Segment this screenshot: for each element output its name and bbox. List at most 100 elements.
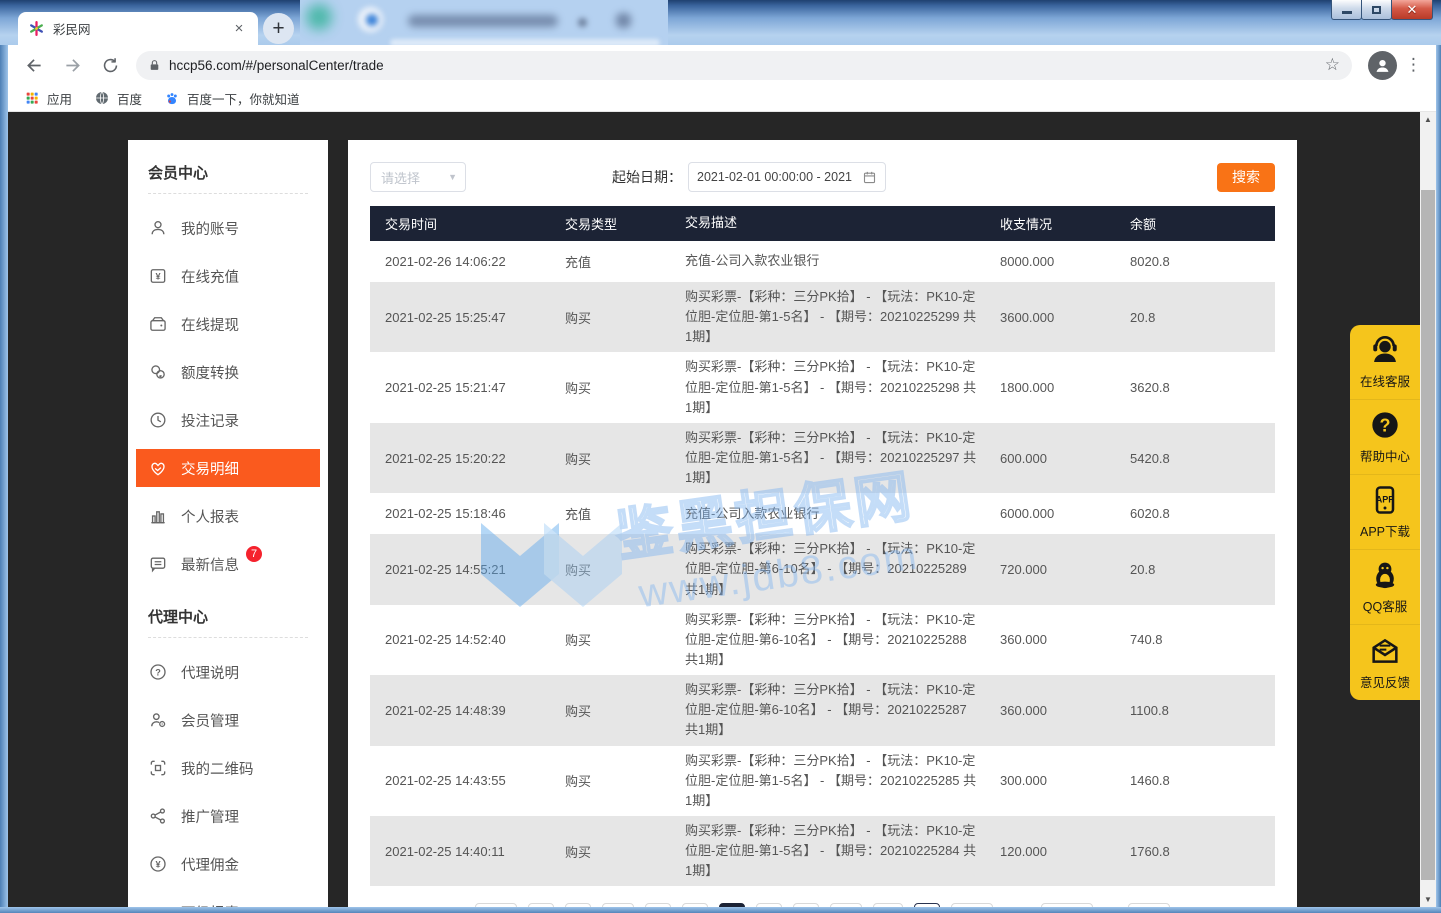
- lock-icon: [148, 59, 161, 72]
- table-row: 2021-02-25 14:40:11 购买 购买彩票-【彩种：三分PK拾】 -…: [370, 816, 1275, 886]
- feedback-icon: [1369, 635, 1401, 667]
- browser-tab[interactable]: 彩民网 ×: [18, 12, 258, 45]
- divider: [148, 637, 308, 638]
- chevron-down-icon: ▼: [448, 172, 457, 182]
- close-button[interactable]: ✕: [1391, 0, 1433, 20]
- window-frame-bottom: [0, 907, 1441, 913]
- commission-icon: ¥: [148, 854, 168, 874]
- date-label: 起始日期：: [612, 167, 682, 187]
- back-button[interactable]: [22, 53, 46, 77]
- withdraw-icon: [148, 314, 168, 334]
- svg-text:¥: ¥: [155, 271, 161, 281]
- apps-grid-icon: [24, 90, 40, 106]
- sidebar-item-我的账号[interactable]: 我的账号: [136, 204, 320, 252]
- svg-text:?: ?: [1380, 416, 1391, 436]
- blurred-region: [300, 0, 668, 47]
- sidebar-item-代理佣金[interactable]: ¥ 代理佣金: [136, 840, 320, 888]
- sidebar-section-title: 代理中心: [148, 602, 308, 637]
- notification-badge: 7: [246, 546, 262, 562]
- page-content: 会员中心 我的账号 ¥ 在线充值 在线提现 额度转换 投注记录 交易明细 个人报…: [8, 112, 1436, 907]
- date-range-input[interactable]: 2021-02-01 00:00:00 - 2021: [688, 162, 886, 192]
- calendar-icon: [862, 170, 877, 185]
- news-icon: [148, 554, 168, 574]
- sidebar-item-个人报表[interactable]: 个人报表: [136, 492, 320, 540]
- service-item-在线客服[interactable]: 在线客服: [1350, 325, 1420, 400]
- table-row: 2021-02-25 14:52:40 购买 购买彩票-【彩种：三分PK拾】 -…: [370, 605, 1275, 675]
- service-panel: 在线客服 ? 帮助中心 APP APP下载 QQ客服 意见反馈: [1350, 325, 1420, 700]
- url-bar[interactable]: hccp56.com/#/personalCenter/trade ☆: [136, 51, 1352, 80]
- service-item-APP下载[interactable]: APP APP下载: [1350, 475, 1420, 550]
- sidebar-item-会员管理[interactable]: 会员管理: [136, 696, 320, 744]
- minimize-button[interactable]: [1331, 0, 1362, 20]
- sidebar-item-推广管理[interactable]: 推广管理: [136, 792, 320, 840]
- column-header: 交易描述: [685, 213, 1000, 233]
- site-favicon-icon: [28, 20, 45, 37]
- browser-window: 彩民网 × + ✕ hccp56.com/#/: [0, 0, 1441, 913]
- baidu-icon: [164, 90, 180, 106]
- titlebar: 彩民网 × + ✕: [0, 0, 1441, 45]
- new-tab-button[interactable]: +: [263, 13, 294, 44]
- online-service-icon: [1369, 334, 1401, 366]
- column-header: 交易类型: [565, 214, 685, 233]
- sidebar-item-最新信息[interactable]: 最新信息 7: [136, 540, 320, 588]
- table-header: 交易时间交易类型交易描述收支情况余额: [370, 206, 1275, 241]
- service-item-QQ客服[interactable]: QQ客服: [1350, 550, 1420, 625]
- search-button[interactable]: 搜索: [1217, 163, 1275, 192]
- bookmark-star-icon[interactable]: ☆: [1325, 55, 1340, 75]
- convert-icon: [148, 362, 168, 382]
- service-item-帮助中心[interactable]: ? 帮助中心: [1350, 400, 1420, 475]
- service-item-意见反馈[interactable]: 意见反馈: [1350, 625, 1420, 700]
- close-icon: ✕: [1407, 2, 1418, 18]
- bookmark-item[interactable]: 百度: [94, 89, 142, 108]
- url-text: hccp56.com/#/personalCenter/trade: [169, 58, 1317, 73]
- scrollbar-thumb[interactable]: [1421, 190, 1435, 880]
- maximize-button[interactable]: [1361, 0, 1392, 20]
- bet-record-icon: [148, 410, 168, 430]
- svg-text:?: ?: [155, 667, 161, 677]
- main-panel: 请选择 ▼ 起始日期： 2021-02-01 00:00:00 - 2021 搜…: [348, 140, 1297, 907]
- sidebar-item-我的二维码[interactable]: 我的二维码: [136, 744, 320, 792]
- tab-close-icon[interactable]: ×: [230, 20, 248, 38]
- divider: [148, 193, 308, 194]
- sidebar-item-投注记录[interactable]: 投注记录: [136, 396, 320, 444]
- bookmark-item[interactable]: 应用: [24, 89, 72, 108]
- sidebar-item-在线充值[interactable]: ¥ 在线充值: [136, 252, 320, 300]
- window-controls: ✕: [1332, 0, 1433, 20]
- report-icon: [148, 506, 168, 526]
- scroll-down-icon[interactable]: ▼: [1420, 892, 1436, 907]
- profile-avatar[interactable]: [1368, 51, 1397, 80]
- filter-row: 请选择 ▼ 起始日期： 2021-02-01 00:00:00 - 2021 搜…: [370, 162, 1275, 192]
- scroll-up-icon[interactable]: ▲: [1420, 112, 1436, 127]
- sidebar-item-代理说明[interactable]: ? 代理说明: [136, 648, 320, 696]
- window-frame-right: [1436, 45, 1441, 907]
- table-row: 2021-02-25 15:25:47 购买 购买彩票-【彩种：三分PK拾】 -…: [370, 282, 1275, 352]
- qrcode-icon: [148, 758, 168, 778]
- page-scrollbar[interactable]: ▲ ▼: [1420, 112, 1436, 907]
- table-row: 2021-02-25 15:21:47 购买 购买彩票-【彩种：三分PK拾】 -…: [370, 352, 1275, 422]
- forward-button[interactable]: [60, 53, 84, 77]
- bookmark-item[interactable]: 百度一下，你就知道: [164, 89, 300, 108]
- globe-icon: [94, 90, 110, 106]
- sidebar-section-title: 会员中心: [148, 158, 308, 193]
- table-row: 2021-02-25 15:20:22 购买 购买彩票-【彩种：三分PK拾】 -…: [370, 423, 1275, 493]
- type-select[interactable]: 请选择 ▼: [370, 162, 466, 192]
- sidebar-menu: 我的账号 ¥ 在线充值 在线提现 额度转换 投注记录 交易明细 个人报表 最新信…: [148, 204, 308, 588]
- reload-button[interactable]: [98, 53, 122, 77]
- app-download-icon: APP: [1369, 484, 1401, 516]
- browser-toolbar: hccp56.com/#/personalCenter/trade ☆ ⋮: [8, 45, 1436, 85]
- svg-text:APP: APP: [1376, 495, 1395, 505]
- column-header: 交易时间: [385, 214, 565, 233]
- svg-text:¥: ¥: [155, 859, 161, 869]
- table-body: 2021-02-26 14:06:22 充值 充值-公司入款农业银行 8000.…: [370, 241, 1275, 886]
- table-row: 2021-02-26 14:06:22 充值 充值-公司入款农业银行 8000.…: [370, 241, 1275, 282]
- sidebar-item-在线提现[interactable]: 在线提现: [136, 300, 320, 348]
- table-row: 2021-02-25 14:55:21 购买 购买彩票-【彩种：三分PK拾】 -…: [370, 534, 1275, 604]
- help-center-icon: ?: [1369, 409, 1401, 441]
- column-header: 余额: [1130, 214, 1275, 233]
- browser-menu-icon[interactable]: ⋮: [1405, 55, 1422, 75]
- sidebar-item-交易明细[interactable]: 交易明细: [136, 449, 320, 487]
- sidebar-item-额度转换[interactable]: 额度转换: [136, 348, 320, 396]
- table-row: 2021-02-25 15:18:46 充值 充值-公司入款农业银行 6000.…: [370, 493, 1275, 534]
- recharge-icon: ¥: [148, 266, 168, 286]
- select-placeholder: 请选择: [381, 168, 420, 187]
